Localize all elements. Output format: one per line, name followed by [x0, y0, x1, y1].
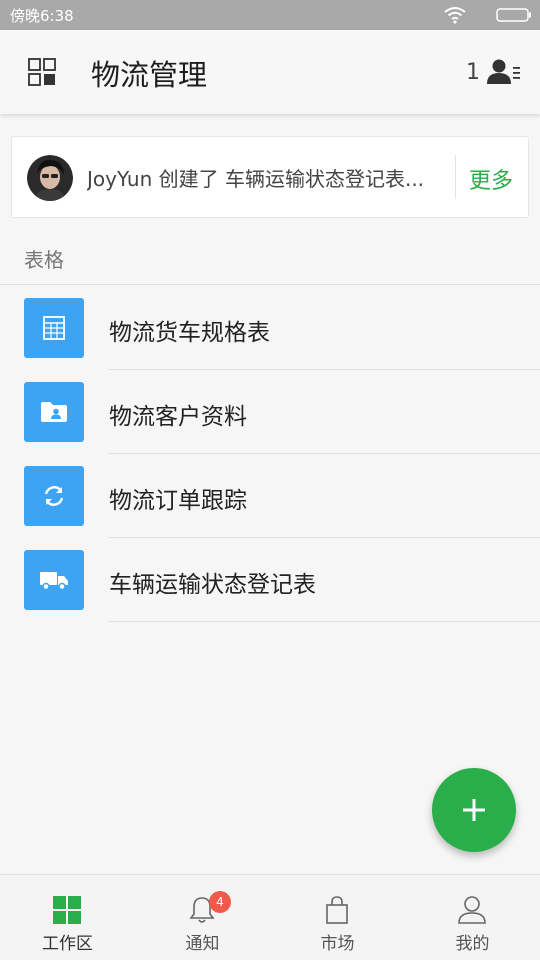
- apps-grid-icon[interactable]: [27, 57, 57, 87]
- table-icon: [43, 316, 65, 340]
- activity-card[interactable]: JoyYun 创建了 车辆运输状态登记表... 更多: [11, 136, 529, 218]
- list-item-label: 物流货车规格表: [109, 320, 270, 346]
- list-item-label: 车辆运输状态登记表: [109, 572, 316, 598]
- nav-item-market[interactable]: 市场: [270, 875, 405, 960]
- list-item-label: 物流订单跟踪: [109, 488, 247, 514]
- status-time: 傍晚6:38: [10, 7, 74, 25]
- wifi-icon: [444, 7, 466, 24]
- more-button[interactable]: 更多: [469, 163, 513, 195]
- members-list-icon[interactable]: [486, 56, 522, 88]
- bottom-nav: 工作区 4 通知 市场 我的: [0, 874, 540, 960]
- plus-icon: [463, 799, 485, 821]
- form-list: 物流货车规格表 物流客户资料 物流订单跟踪 车辆运输状态登记表: [0, 286, 540, 622]
- notification-badge: 4: [209, 891, 231, 913]
- nav-label: 我的: [455, 934, 490, 954]
- status-bar: 傍晚6:38: [0, 0, 540, 30]
- list-item[interactable]: 物流货车规格表: [0, 286, 540, 370]
- list-icon-box: [24, 466, 84, 526]
- list-item[interactable]: 物流订单跟踪: [0, 454, 540, 538]
- person-icon: [458, 896, 486, 924]
- add-button[interactable]: [432, 768, 516, 852]
- nav-label: 通知: [185, 934, 220, 954]
- list-item[interactable]: 物流客户资料: [0, 370, 540, 454]
- member-count: 1: [466, 60, 480, 85]
- nav-item-workspace[interactable]: 工作区: [0, 875, 135, 960]
- list-item-label: 物流客户资料: [109, 404, 247, 430]
- app-bar: 物流管理 1: [0, 30, 540, 114]
- nav-item-profile[interactable]: 我的: [405, 875, 540, 960]
- list-icon-box: [24, 550, 84, 610]
- list-icon-box: [24, 382, 84, 442]
- page-title: 物流管理: [91, 58, 208, 92]
- sync-icon: [44, 486, 64, 506]
- divider: [455, 155, 456, 199]
- nav-item-notifications[interactable]: 4 通知: [135, 875, 270, 960]
- list-icon-box: [24, 298, 84, 358]
- section-divider: [0, 284, 540, 285]
- contact-folder-icon: [41, 402, 67, 422]
- battery-icon: [496, 8, 531, 22]
- nav-label: 工作区: [42, 934, 93, 954]
- section-label: 表格: [24, 248, 64, 272]
- list-item[interactable]: 车辆运输状态登记表: [0, 538, 540, 622]
- avatar: [27, 155, 73, 201]
- activity-text: JoyYun 创建了 车辆运输状态登记表...: [87, 167, 425, 191]
- grid-icon: [53, 896, 81, 924]
- divider: [108, 621, 540, 622]
- shopping-bag-icon: [326, 896, 348, 924]
- truck-icon: [40, 572, 68, 591]
- nav-label: 市场: [320, 934, 355, 954]
